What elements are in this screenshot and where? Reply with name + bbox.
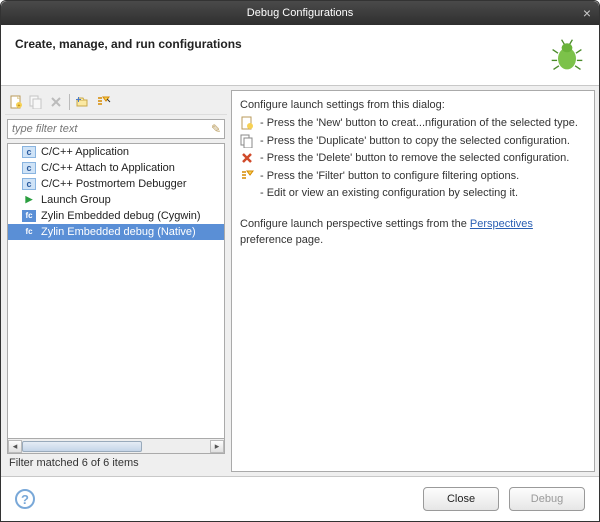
- tree-item[interactable]: ▶ Launch Group: [8, 192, 224, 208]
- filter-icon: [240, 169, 254, 183]
- tree-label: C/C++ Postmortem Debugger: [41, 178, 187, 190]
- debug-button: Debug: [509, 487, 585, 511]
- tree-label: Launch Group: [41, 194, 111, 206]
- hint-text: - Edit or view an existing configuration…: [260, 185, 518, 202]
- filter-button[interactable]: [94, 93, 112, 111]
- c-app-icon: c: [22, 162, 36, 174]
- header: Create, manage, and run configurations: [1, 25, 599, 85]
- close-button[interactable]: Close: [423, 487, 499, 511]
- hint-text: - Press the 'New' button to creat...nfig…: [260, 115, 578, 132]
- tree-item[interactable]: c C/C++ Application: [8, 144, 224, 160]
- right-pane: Configure launch settings from this dial…: [231, 90, 595, 472]
- help-icon[interactable]: ?: [15, 489, 35, 509]
- filter-input[interactable]: [7, 119, 225, 139]
- new-button[interactable]: +: [7, 93, 25, 111]
- delete-icon: [240, 151, 254, 165]
- zylin-icon: fc: [22, 226, 36, 238]
- toolbar-separator: [69, 94, 70, 110]
- duplicate-button[interactable]: [27, 93, 45, 111]
- config-tree[interactable]: c C/C++ Application c C/C++ Attach to Ap…: [7, 143, 225, 439]
- new-doc-icon: [240, 116, 254, 130]
- left-pane: + ✎ c C/C++ Application: [5, 90, 227, 472]
- hint-row: - Press the 'Duplicate' button to copy t…: [240, 133, 586, 150]
- blank-icon: [240, 186, 254, 200]
- intro-text: Configure launch settings from this dial…: [240, 97, 586, 114]
- hint-row: - Press the 'Filter' button to configure…: [240, 168, 586, 185]
- page-title: Create, manage, and run configurations: [15, 37, 242, 51]
- tree-label: Zylin Embedded debug (Native): [41, 226, 196, 238]
- hint-text: - Press the 'Filter' button to configure…: [260, 168, 519, 185]
- window-title: Debug Configurations: [247, 7, 353, 19]
- perspectives-link[interactable]: Perspectives: [470, 218, 533, 230]
- hint-text: - Press the 'Delete' button to remove th…: [260, 150, 569, 167]
- filter-box: ✎: [7, 119, 225, 139]
- hint-row: - Press the 'New' button to creat...nfig…: [240, 115, 586, 132]
- hint-row: - Edit or view an existing configuration…: [240, 185, 586, 202]
- toolbar: +: [5, 90, 227, 115]
- close-icon[interactable]: ×: [583, 5, 591, 21]
- horizontal-scrollbar[interactable]: ◂ ▸: [7, 439, 225, 454]
- tree-label: C/C++ Application: [41, 146, 129, 158]
- collapse-button[interactable]: [74, 93, 92, 111]
- tree-label: Zylin Embedded debug (Cygwin): [41, 210, 201, 222]
- launch-group-icon: ▶: [22, 194, 36, 206]
- duplicate-icon: [240, 134, 254, 148]
- tree-item[interactable]: fc Zylin Embedded debug (Native): [8, 224, 224, 240]
- scroll-right-icon[interactable]: ▸: [210, 440, 224, 453]
- delete-button[interactable]: [47, 93, 65, 111]
- clear-filter-icon[interactable]: ✎: [211, 122, 221, 136]
- c-app-icon: c: [22, 146, 36, 158]
- bug-icon: [549, 37, 585, 73]
- tree-label: C/C++ Attach to Application: [41, 162, 175, 174]
- main-area: + ✎ c C/C++ Application: [1, 85, 599, 477]
- tree-item[interactable]: c C/C++ Attach to Application: [8, 160, 224, 176]
- zylin-icon: fc: [22, 210, 36, 222]
- perspective-text: Configure launch perspective settings fr…: [240, 216, 586, 249]
- title-bar: Debug Configurations ×: [1, 1, 599, 25]
- tree-item[interactable]: c C/C++ Postmortem Debugger: [8, 176, 224, 192]
- hint-text: - Press the 'Duplicate' button to copy t…: [260, 133, 570, 150]
- scroll-thumb[interactable]: [22, 441, 142, 452]
- tree-item[interactable]: fc Zylin Embedded debug (Cygwin): [8, 208, 224, 224]
- svg-text:+: +: [18, 103, 21, 109]
- footer: ? Close Debug: [1, 477, 599, 521]
- hint-row: - Press the 'Delete' button to remove th…: [240, 150, 586, 167]
- c-app-icon: c: [22, 178, 36, 190]
- filter-status: Filter matched 6 of 6 items: [5, 454, 227, 472]
- scroll-left-icon[interactable]: ◂: [8, 440, 22, 453]
